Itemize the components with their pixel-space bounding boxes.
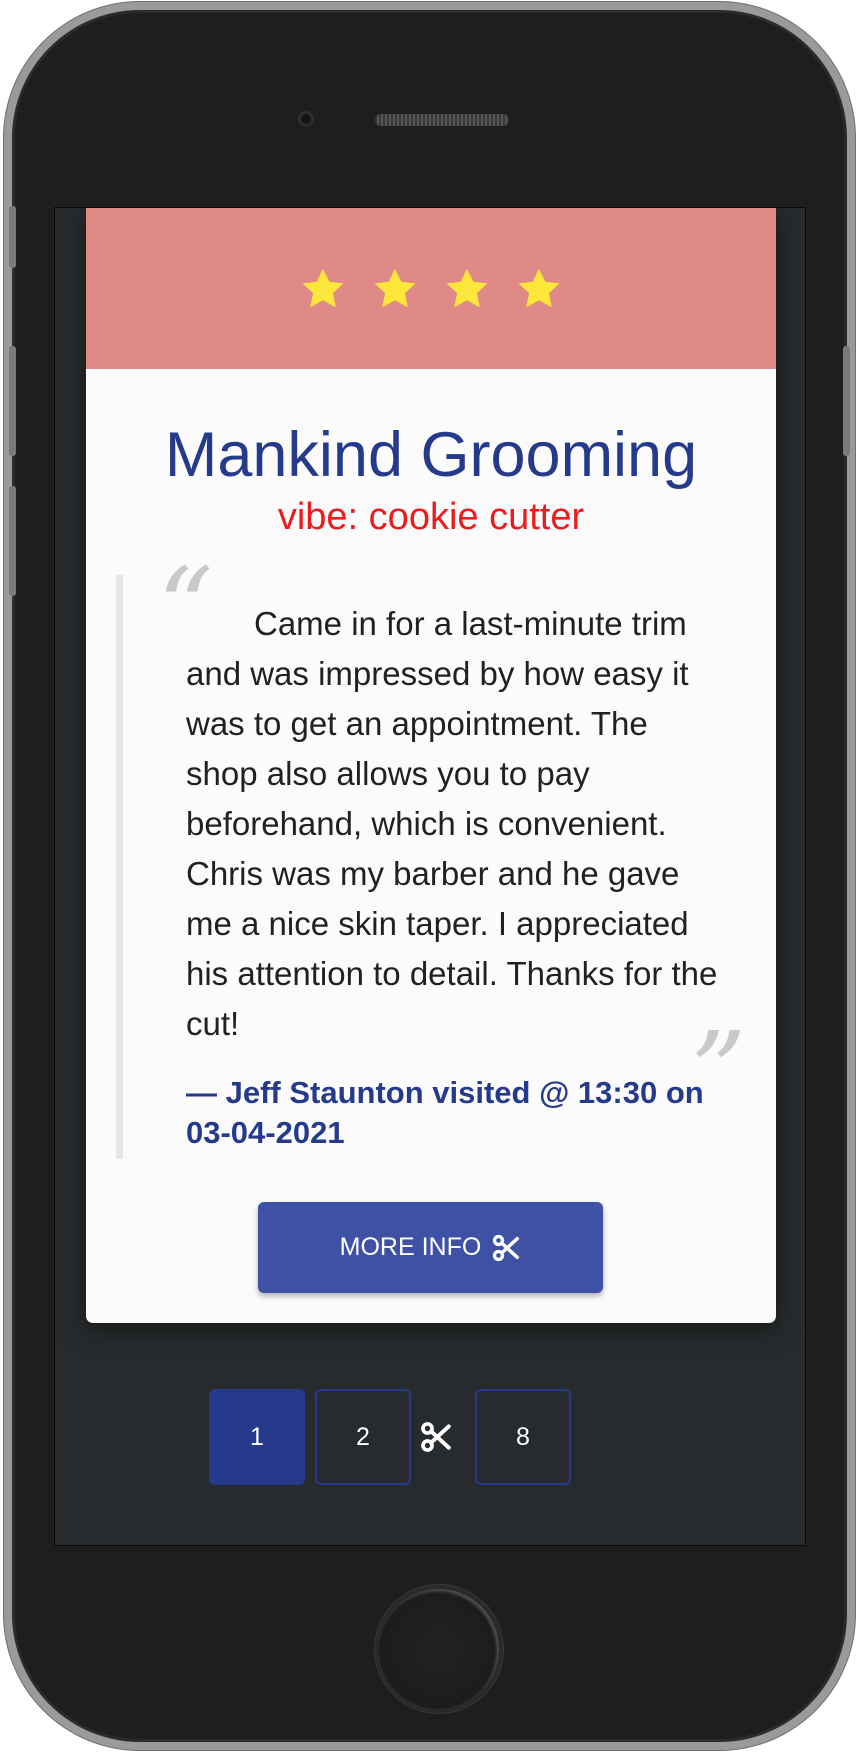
star-icon (518, 268, 560, 307)
review-quote: “ Came in for a last-minute trim and was… (116, 553, 746, 1159)
volume-down-button (9, 486, 16, 596)
scissors-icon (421, 1422, 451, 1452)
home-button[interactable] (375, 1585, 503, 1713)
front-camera (298, 111, 314, 127)
earpiece-speaker (375, 114, 509, 126)
vibe-label: vibe: cookie cutter (277, 496, 585, 538)
review-attribution: — Jeff Staunton visited @ 13:30 on 03-04… (186, 1075, 704, 1150)
star-icon (446, 268, 488, 307)
star-icon (302, 268, 344, 307)
page-button-1[interactable]: 1 (209, 1389, 305, 1485)
more-info-button[interactable]: MORE INFO (258, 1202, 603, 1293)
volume-up-button (9, 346, 16, 456)
rating-header (86, 208, 776, 369)
star-icon (374, 268, 416, 307)
shop-name: Mankind Grooming (164, 420, 698, 490)
review-card: Mankind Grooming vibe: cookie cutter “ C… (86, 208, 776, 1323)
scissors-icon (493, 1234, 520, 1261)
power-button (843, 346, 850, 456)
phone-screen: Mankind Grooming vibe: cookie cutter “ C… (55, 208, 805, 1545)
more-info-label: MORE INFO (339, 1233, 482, 1261)
pagination: 1 2 8 (55, 1389, 805, 1485)
review-text: Came in for a last-minute trim and was i… (186, 605, 718, 1042)
page-button-8[interactable]: 8 (475, 1389, 571, 1485)
pagination-separator (416, 1417, 456, 1457)
page-button-2[interactable]: 2 (315, 1389, 411, 1485)
mute-switch (9, 206, 16, 268)
